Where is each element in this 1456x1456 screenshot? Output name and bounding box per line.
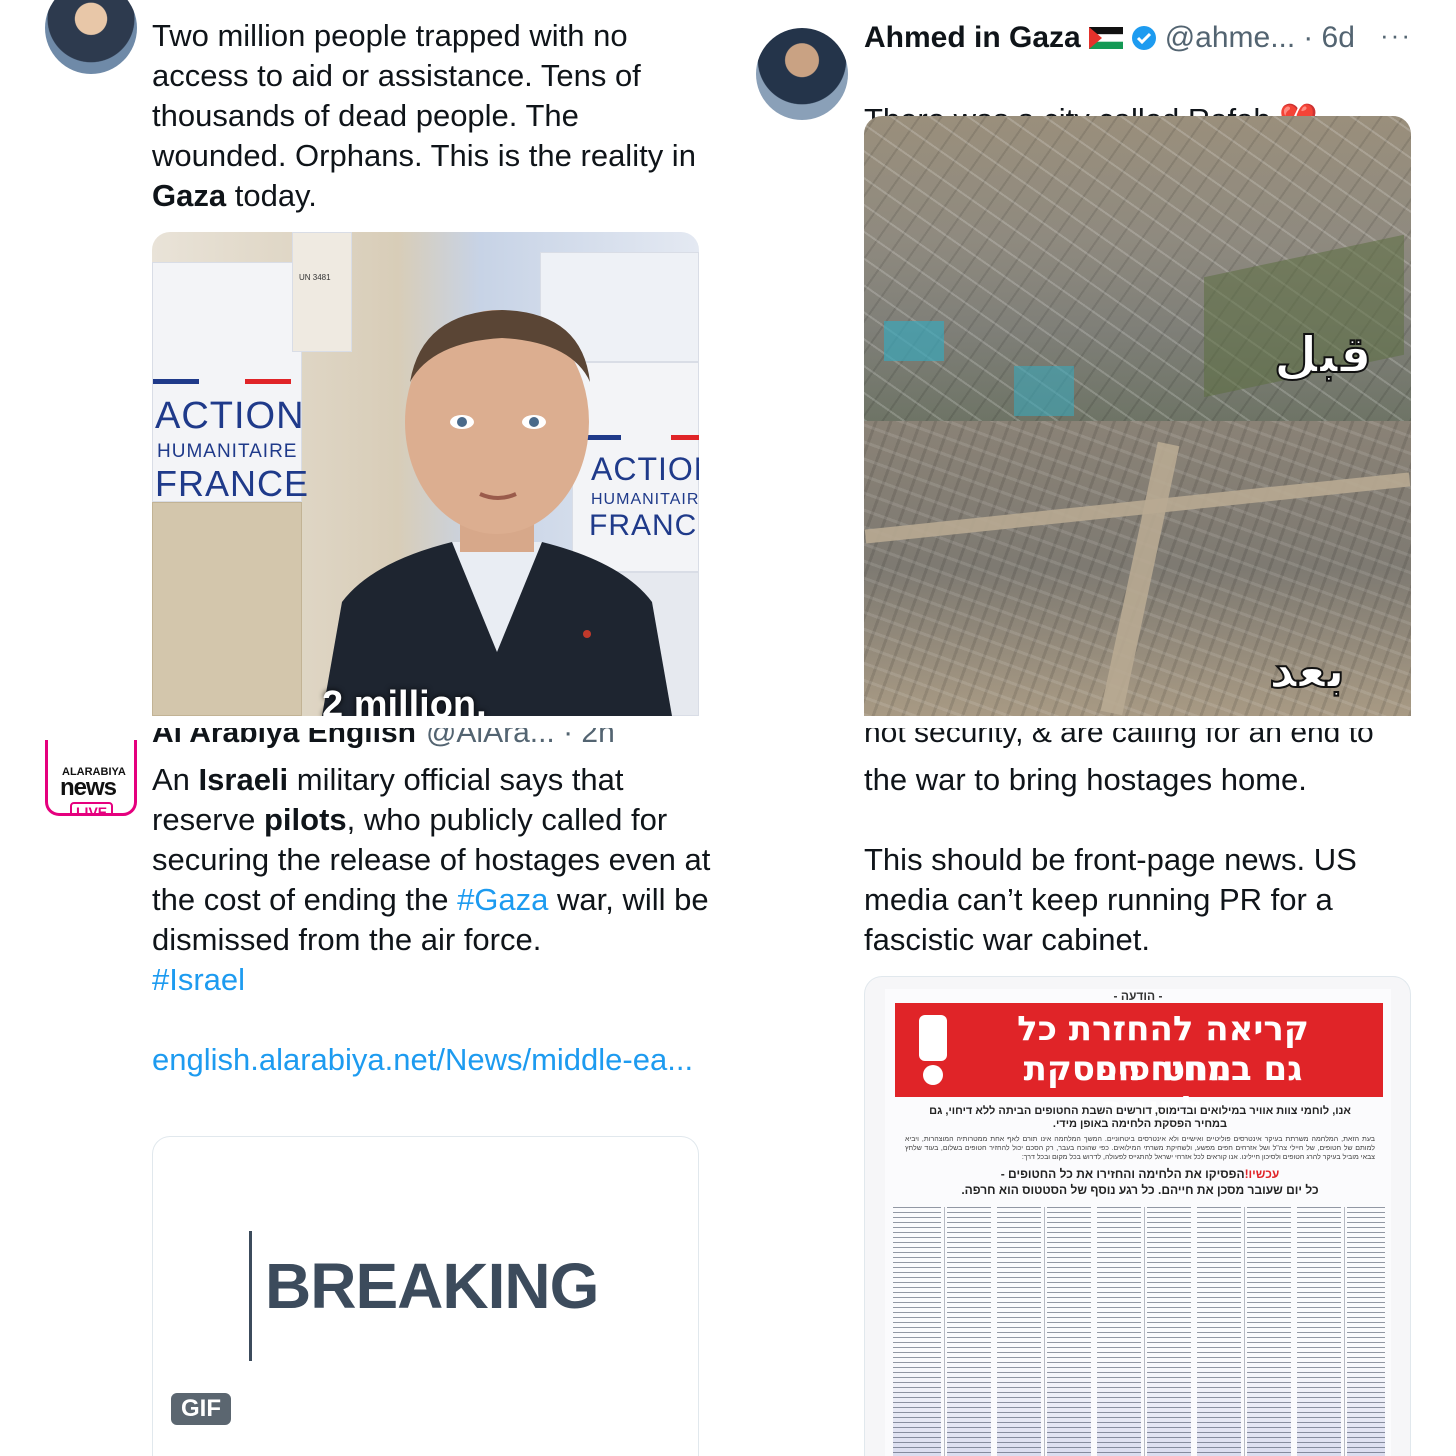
live-badge: LIVE	[70, 802, 114, 813]
author-avatar[interactable]	[45, 0, 137, 74]
tweet-text-cut: not security, & are calling for an end t…	[864, 728, 1374, 749]
tweet-time[interactable]: · 6d	[1303, 21, 1355, 55]
tweet-text: Two million people trapped with no acces…	[152, 16, 712, 216]
column-gap	[1291, 1207, 1297, 1456]
road	[1100, 441, 1180, 716]
logo-text: news	[60, 774, 117, 801]
hashtag-link[interactable]: #Israel	[152, 962, 245, 997]
tweet-text-bold: Israeli	[198, 762, 289, 797]
author-handle[interactable]: @AlAra... · 2h	[426, 728, 615, 750]
column-rule	[1344, 1207, 1345, 1456]
aid-box-label: ACTION	[155, 395, 305, 437]
tweet-text: the war to bring hostages home. This sho…	[864, 760, 1444, 960]
after-aerial-photo: بعد	[864, 421, 1411, 716]
tweet-text: An Israeli military official says that r…	[152, 760, 712, 1080]
flag-stripe	[245, 379, 291, 384]
column-gap	[991, 1207, 997, 1456]
column-gap	[1191, 1207, 1197, 1456]
ad-call-main: הפסיקו את הלחימה והחזירו את כל החטופים -	[1000, 1167, 1245, 1181]
author-avatar[interactable]	[756, 28, 848, 120]
ad-body: בעת הזאת, המלחמה משרתת בעיקר אינטרסים פו…	[905, 1136, 1375, 1161]
before-label: قبل	[1273, 325, 1373, 385]
author-name[interactable]: Ahmed in Gaza	[864, 21, 1081, 55]
tweet-text-bold: pilots	[263, 802, 347, 837]
tweet-text-part: today.	[226, 178, 317, 213]
more-options-icon[interactable]: ···	[1380, 20, 1412, 51]
author-name[interactable]: Al Arabiya English	[152, 728, 416, 750]
before-aerial-photo: قبل	[864, 116, 1411, 421]
speaker-figure	[322, 310, 672, 716]
newspaper-ad: - הודעה - קריאה להחזרת כל החטופים גם במח…	[885, 989, 1391, 1456]
after-label: بعد	[1268, 640, 1346, 700]
ad-call-now: עכשיו!	[1244, 1167, 1280, 1181]
flag-stripe	[153, 379, 199, 384]
author-handle[interactable]: @ahme...	[1165, 21, 1296, 55]
pool	[884, 321, 944, 361]
ad-headline-banner: קריאה להחזרת כל החטופים גם במחיר הפסקת ה…	[895, 1003, 1383, 1129]
ad-call: עכשיו!הפסיקו את הלחימה והחזירו את כל החט…	[915, 1167, 1365, 1181]
tweet-text-part: This should be front-page news. US media…	[864, 842, 1357, 957]
tweet-text-part: An	[152, 762, 199, 797]
pool	[1014, 366, 1074, 416]
column-rule	[1044, 1207, 1045, 1456]
hashtag-link[interactable]: #Gaza	[457, 882, 548, 917]
aid-box: ACTION HUMANITAIRE FRANCE	[152, 262, 308, 504]
ad-notice: - הודעה -	[1113, 989, 1163, 1003]
tweet-gif[interactable]: BREAKING GIF	[152, 1136, 699, 1456]
column-rule	[1144, 1207, 1145, 1456]
author-avatar[interactable]: ALARABIYA news LIVE	[45, 740, 137, 816]
palestine-flag-icon	[1088, 27, 1123, 49]
aid-box-label: FRANCE	[155, 463, 310, 504]
cardboard-box	[152, 502, 302, 716]
gif-badge[interactable]: GIF	[171, 1393, 231, 1425]
tweet-text-bold: Gaza	[152, 178, 227, 213]
verified-badge-icon	[1131, 26, 1156, 50]
column-rule	[944, 1207, 945, 1456]
tweet-video[interactable]: ACTION HUMANITAIRE FRANCE UN 3481 ACTION…	[152, 232, 699, 716]
breaking-title: BREAKING	[265, 1250, 599, 1322]
tweet-header: Al Arabiya English @AlAra... · 2h	[152, 728, 615, 750]
divider-bar	[249, 1231, 252, 1361]
column-rule	[1244, 1207, 1245, 1456]
ad-call-sub: כל יום שעובר מסכן את חייהם. כל רגע נוסף …	[961, 1183, 1319, 1197]
tweet-text-part: the war to bring hostages home.	[864, 762, 1307, 797]
tweet-image[interactable]: - הודעה - קריאה להחזרת כל החטופים גם במח…	[864, 976, 1411, 1456]
signatories-list	[893, 1207, 1385, 1456]
column-gap	[1091, 1207, 1097, 1456]
ad-lead: אנו, לוחמי צוות אוויר במילואים ובדימוס, …	[929, 1105, 1351, 1130]
tweet-header: Ahmed in Gaza @ahme... · 6d	[864, 18, 1355, 58]
tweet-alarabiya[interactable]: ALARABIYA news LIVE Al Arabiya English @…	[0, 728, 728, 1456]
tweet-hostages[interactable]: not security, & are calling for an end t…	[728, 728, 1456, 1456]
exclamation-icon	[919, 1015, 947, 1085]
tweet-text-part: Two million people trapped with no acces…	[152, 18, 696, 173]
article-link[interactable]: english.alarabiya.net/News/middle-ea...	[152, 1042, 693, 1077]
video-caption: 2 million.	[322, 684, 487, 716]
tweet-image[interactable]: قبل بعد	[864, 116, 1411, 716]
tweet-rafah[interactable]: Ahmed in Gaza @ahme... · 6d ··· There wa…	[728, 0, 1456, 728]
aid-box-label: HUMANITAIRE	[157, 441, 298, 462]
tweet-macron[interactable]: Two million people trapped with no acces…	[0, 0, 728, 728]
